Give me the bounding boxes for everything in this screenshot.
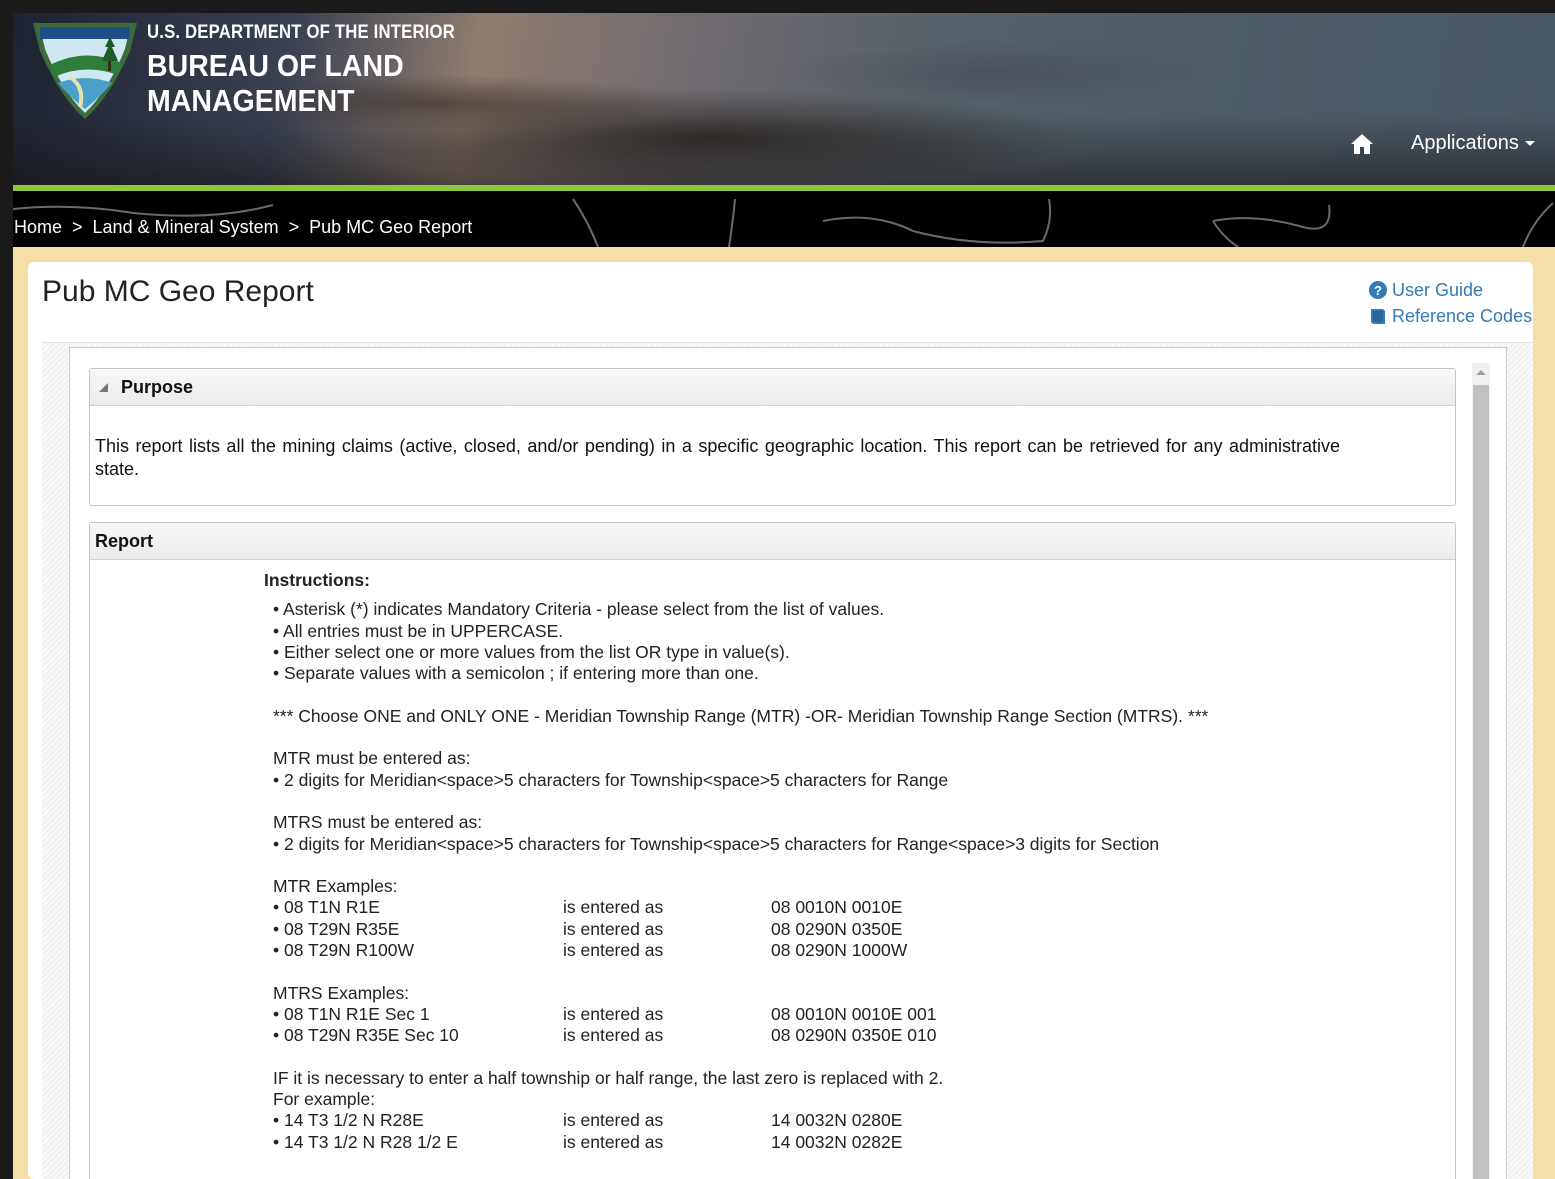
page-title: Pub MC Geo Report xyxy=(42,275,314,308)
example-row: • 08 T1N R1E is entered as 08 0010N 0010… xyxy=(273,897,1208,918)
breadcrumb: Home > Land & Mineral System > Pub MC Geo Re… xyxy=(14,217,472,238)
bureau-name-line1: BUREAU OF LAND xyxy=(147,48,404,83)
example-input: • 08 T29N R35E xyxy=(273,918,400,939)
blm-shield-logo-icon[interactable] xyxy=(30,17,140,121)
half-note: IF it is necessary to enter a half towns… xyxy=(273,1067,944,1088)
site-header: U.S. DEPARTMENT OF THE INTERIOR BUREAU O… xyxy=(13,13,1555,185)
example-middle: is entered as xyxy=(563,918,664,939)
purpose-heading: Purpose xyxy=(121,376,194,397)
instruction-bullet: • Separate values with a semicolon ; if … xyxy=(273,663,759,684)
user-guide-label: User Guide xyxy=(1392,279,1484,300)
report-panel-header: Report xyxy=(90,523,1455,560)
breadcrumb-separator: > xyxy=(288,217,300,237)
breadcrumb-land-mineral-system[interactable]: Land & Mineral System xyxy=(93,217,279,237)
applications-label: Applications xyxy=(1411,132,1519,154)
bureau-name-line2: MANAGEMENT xyxy=(147,83,355,118)
purpose-text: This report lists all the mining claims … xyxy=(95,436,1340,479)
example-input: • 14 T3 1/2 N R28 1/2 E xyxy=(273,1131,458,1152)
example-middle: is entered as xyxy=(563,1025,664,1046)
example-middle: is entered as xyxy=(563,1131,664,1152)
book-icon xyxy=(1371,309,1385,324)
mtr-format-title: MTR must be entered as: xyxy=(273,748,471,769)
example-input: • 08 T1N R1E xyxy=(273,897,380,918)
purpose-panel-header[interactable]: Purpose xyxy=(90,369,1455,406)
example-output: 14 0032N 0280E xyxy=(771,1110,903,1131)
svg-text:?: ? xyxy=(1374,283,1382,298)
scrollbar[interactable] xyxy=(1472,363,1490,1179)
breadcrumb-current: Pub MC Geo Report xyxy=(309,217,473,237)
example-input: • 08 T29N R100W xyxy=(273,940,415,961)
instruction-bullet: • Either select one or more values from … xyxy=(273,641,790,662)
purpose-panel: Purpose This report lists all the mining… xyxy=(89,368,1456,506)
scroll-up-arrow-icon[interactable] xyxy=(1476,370,1486,375)
mtr-examples-title: MTR Examples: xyxy=(273,876,398,897)
example-output: 14 0032N 0282E xyxy=(771,1131,903,1152)
mtrs-examples-title: MTRS Examples: xyxy=(273,982,410,1003)
scrollbar-thumb[interactable] xyxy=(1473,385,1489,1179)
example-output: 08 0010N 0010E 001 xyxy=(771,1003,937,1024)
instructions: Instructions: • Asterisk (*) indicates M… xyxy=(264,570,1208,1153)
example-row: • 14 T3 1/2 N R28E is entered as 14 0032… xyxy=(273,1110,1208,1131)
reference-codes-link[interactable]: Reference Codes xyxy=(1369,303,1532,329)
collapse-triangle-icon[interactable] xyxy=(99,382,108,392)
chevron-down-icon xyxy=(1524,141,1535,147)
breadcrumb-separator: > xyxy=(72,217,83,237)
mtrs-format-title: MTRS must be entered as: xyxy=(273,812,483,833)
example-output: 08 0290N 0350E 010 xyxy=(771,1025,937,1046)
for-example: For example: xyxy=(273,1089,376,1110)
report-heading: Report xyxy=(95,530,153,551)
agency-name: U.S. DEPARTMENT OF THE INTERIOR BUREAU O… xyxy=(147,22,497,118)
reference-codes-label: Reference Codes xyxy=(1392,305,1533,326)
example-middle: is entered as xyxy=(563,940,664,961)
home-icon[interactable] xyxy=(1350,133,1374,155)
mtrs-format: • 2 digits for Meridian<space>5 characte… xyxy=(273,833,1160,854)
choose-note: *** Choose ONE and ONLY ONE - Meridian T… xyxy=(273,705,1209,726)
example-input: • 14 T3 1/2 N R28E xyxy=(273,1110,424,1131)
help-links: ? User Guide Reference Codes xyxy=(1369,277,1532,329)
applications-menu[interactable]: Applications xyxy=(1411,132,1535,155)
user-guide-link[interactable]: ? User Guide xyxy=(1369,277,1532,303)
instruction-bullet: • All entries must be in UPPERCASE. xyxy=(273,620,564,641)
example-middle: is entered as xyxy=(563,1110,664,1131)
breadcrumb-band: Home > Land & Mineral System > Pub MC Geo Re… xyxy=(13,191,1555,247)
mtr-format: • 2 digits for Meridian<space>5 characte… xyxy=(273,769,949,790)
instructions-body: • Asterisk (*) indicates Mandatory Crite… xyxy=(264,599,1208,1153)
example-output: 08 0290N 0350E xyxy=(771,918,903,939)
example-input: • 08 T1N R1E Sec 1 xyxy=(273,1003,430,1024)
example-row: • 08 T29N R35E Sec 10 is entered as 08 0… xyxy=(273,1025,1208,1046)
example-middle: is entered as xyxy=(563,1003,664,1024)
example-output: 08 0290N 1000W xyxy=(771,940,908,961)
question-circle-icon: ? xyxy=(1369,281,1387,299)
example-input: • 08 T29N R35E Sec 10 xyxy=(273,1025,459,1046)
example-row: • 08 T29N R100W is entered as 08 0290N 1… xyxy=(273,940,1208,961)
instructions-title: Instructions: xyxy=(264,570,370,590)
example-row: • 08 T1N R1E Sec 1 is entered as 08 0010… xyxy=(273,1004,1208,1025)
example-output: 08 0010N 0010E xyxy=(771,897,903,918)
department-name: U.S. DEPARTMENT OF THE INTERIOR xyxy=(147,22,455,43)
instruction-bullet: • Asterisk (*) indicates Mandatory Crite… xyxy=(273,599,885,620)
example-middle: is entered as xyxy=(563,897,664,918)
example-row: • 14 T3 1/2 N R28 1/2 E is entered as 14… xyxy=(273,1132,1208,1153)
example-row: • 08 T29N R35E is entered as 08 0290N 03… xyxy=(273,919,1208,940)
breadcrumb-home[interactable]: Home xyxy=(14,217,62,237)
